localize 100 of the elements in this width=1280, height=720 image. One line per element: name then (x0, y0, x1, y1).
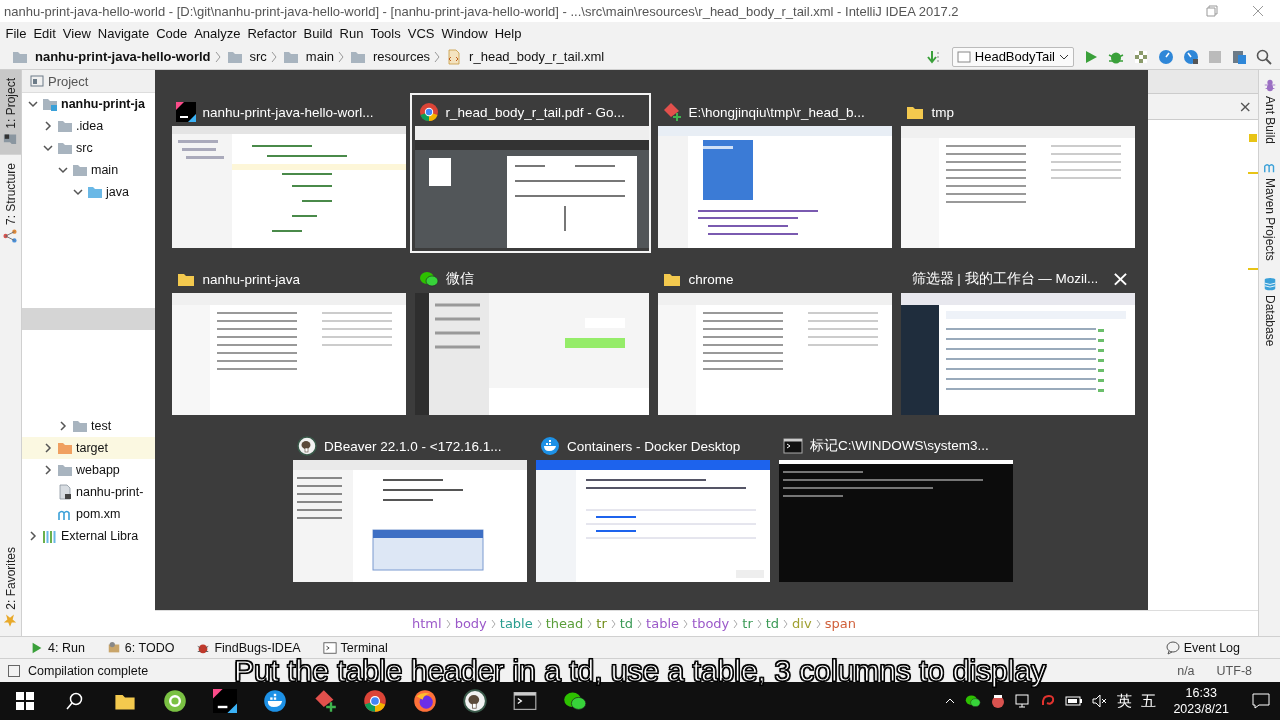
tree-item[interactable]: nanhu-print-ja (61, 97, 145, 111)
tag-breadcrumb[interactable]: span (823, 616, 857, 631)
panel-icon (30, 74, 44, 88)
beaver-icon[interactable] (463, 689, 487, 713)
tree-item[interactable]: test (91, 419, 112, 433)
window-title: 微信 (445, 270, 474, 288)
menu-item[interactable]: Code (152, 25, 191, 41)
tree-item[interactable]: main (91, 163, 119, 177)
coverage-icon[interactable] (1133, 48, 1149, 65)
clock-date[interactable]: 2023/8/21 (1173, 701, 1229, 717)
tree-item[interactable]: nanhu-print- (76, 485, 144, 499)
stripe-mark (1248, 172, 1258, 174)
event-log-button[interactable]: Event Log (1165, 640, 1240, 655)
play-icon[interactable] (1083, 48, 1099, 65)
chevron-separator-icon (756, 618, 762, 629)
project-structure-icon[interactable] (1231, 48, 1247, 65)
tree-item[interactable]: java (106, 185, 129, 199)
menu-item[interactable]: Refactor (243, 25, 301, 41)
window-tile[interactable]: 标记C:\WINDOWS\system3... (774, 427, 1015, 587)
terminal-icon[interactable] (513, 689, 537, 713)
search-icon[interactable] (1256, 48, 1272, 65)
tree-item[interactable]: pom.xm (76, 507, 121, 521)
menu-item[interactable]: Run (336, 25, 367, 41)
tree-item[interactable]: .idea (76, 119, 104, 133)
breadcrumb-item[interactable]: r_head_body_r_tail.xml (442, 48, 607, 65)
monitor-icon[interactable] (1015, 693, 1032, 709)
tag-breadcrumb[interactable]: tbody (691, 616, 731, 631)
tree-item[interactable]: External Libra (61, 529, 139, 543)
browser-icon (418, 102, 439, 122)
breadcrumb-item[interactable]: nanhu-print-java-hello-world (8, 48, 213, 65)
window-tile[interactable]: E:\hongjinqiu\tmp\r_head_b... (652, 93, 894, 253)
panel-toggle-icon[interactable] (8, 664, 20, 677)
menu-item[interactable]: VCS (404, 25, 438, 41)
window-tile[interactable]: r_head_body_r_tail.pdf - Go... (409, 93, 651, 253)
whale-icon[interactable] (263, 689, 287, 713)
menu-item[interactable]: Help (491, 25, 525, 41)
window-tile[interactable]: chrome (652, 260, 894, 420)
menu-item[interactable]: Build (300, 25, 336, 41)
editor-icon[interactable] (313, 689, 337, 713)
battery-icon[interactable] (1065, 693, 1084, 709)
structure-icon (3, 228, 18, 243)
windows-start-icon[interactable] (16, 692, 34, 710)
ide-logo-icon[interactable] (213, 689, 237, 713)
window-tile[interactable]: DBeaver 22.1.0 - <172.16.1... (288, 427, 529, 587)
notification-icon[interactable] (1252, 692, 1270, 710)
chevron-separator-icon (683, 618, 689, 629)
tag-breadcrumb[interactable]: tr (741, 616, 754, 631)
menu-item[interactable]: File (2, 25, 30, 41)
tree-item[interactable]: src (76, 141, 93, 155)
tool-window-button[interactable]: 4: Run (30, 640, 85, 655)
close-button[interactable]: × (1232, 97, 1258, 116)
input-language-indicator[interactable]: 英 (1117, 691, 1133, 711)
clock-time[interactable]: 16:33 (1185, 685, 1217, 701)
window-tile[interactable]: 筛选器 | 我的工作台 — Mozil... × (895, 260, 1137, 420)
breadcrumb-item[interactable]: main (278, 48, 337, 65)
g-circle-icon[interactable] (163, 689, 187, 713)
tray-app-icon[interactable] (990, 693, 1007, 709)
menu-item[interactable]: Analyze (190, 25, 244, 41)
tool-window-tab[interactable]: 1: Project (0, 70, 21, 155)
menu-item[interactable]: View (59, 25, 95, 41)
breadcrumb-item[interactable]: resources (346, 48, 433, 65)
tag-breadcrumb[interactable]: html (411, 616, 443, 631)
tool-window-tab[interactable]: 2: Favorites (0, 539, 21, 636)
tree-item[interactable]: webapp (76, 463, 120, 477)
chat-icon[interactable] (965, 693, 982, 709)
fox-browser-icon[interactable] (413, 689, 437, 713)
window-tile[interactable]: nanhu-print-java (166, 260, 408, 420)
gauge-icon[interactable] (1183, 48, 1199, 65)
menu-item[interactable]: Tools (366, 25, 405, 41)
tool-window-tab[interactable]: 7: Structure (0, 154, 21, 251)
tag-breadcrumb[interactable]: tr (595, 616, 608, 631)
window-tile[interactable]: nanhu-print-java-hello-worl... (166, 93, 408, 253)
search-icon[interactable] (66, 692, 84, 710)
file-encoding[interactable]: UTF-8 (1216, 663, 1252, 678)
menu-item[interactable]: Edit (29, 25, 60, 41)
run-configuration-dropdown[interactable]: HeadBodyTail (951, 46, 1074, 67)
close-button[interactable]: × (1105, 268, 1136, 290)
speaker-muted-icon[interactable] (1092, 693, 1109, 709)
breadcrumb-item[interactable]: src (222, 48, 269, 65)
input-mode-indicator[interactable]: 五 (1141, 691, 1157, 711)
tree-item[interactable]: target (76, 441, 108, 455)
tag-breadcrumb[interactable]: body (453, 616, 488, 631)
gauge-icon[interactable] (1158, 48, 1174, 65)
tool-window-tab[interactable]: Ant Build (1259, 70, 1280, 153)
window-tile[interactable]: 微信 (409, 260, 651, 420)
close-icon[interactable] (1252, 5, 1264, 17)
tool-window-tab[interactable]: Maven Projects (1259, 152, 1280, 269)
menu-item[interactable]: Navigate (94, 25, 153, 41)
menu-item[interactable]: Window (437, 25, 492, 41)
browser-icon[interactable] (363, 689, 387, 713)
tool-window-button[interactable]: Terminal (322, 640, 388, 655)
window-tile[interactable]: Containers - Docker Desktop (531, 427, 772, 587)
tag-breadcrumb[interactable]: td (618, 616, 635, 631)
window-tile[interactable]: tmp (895, 93, 1137, 253)
chevron-separator-icon (536, 618, 542, 629)
tool-window-button[interactable]: 6: TODO (106, 640, 175, 655)
tool-window-button[interactable]: FindBugs-IDEA (196, 640, 301, 655)
tag-breadcrumb[interactable]: td (764, 616, 781, 631)
tool-window-tab[interactable]: Database (1259, 268, 1280, 355)
tag-breadcrumb[interactable]: table (645, 616, 681, 631)
